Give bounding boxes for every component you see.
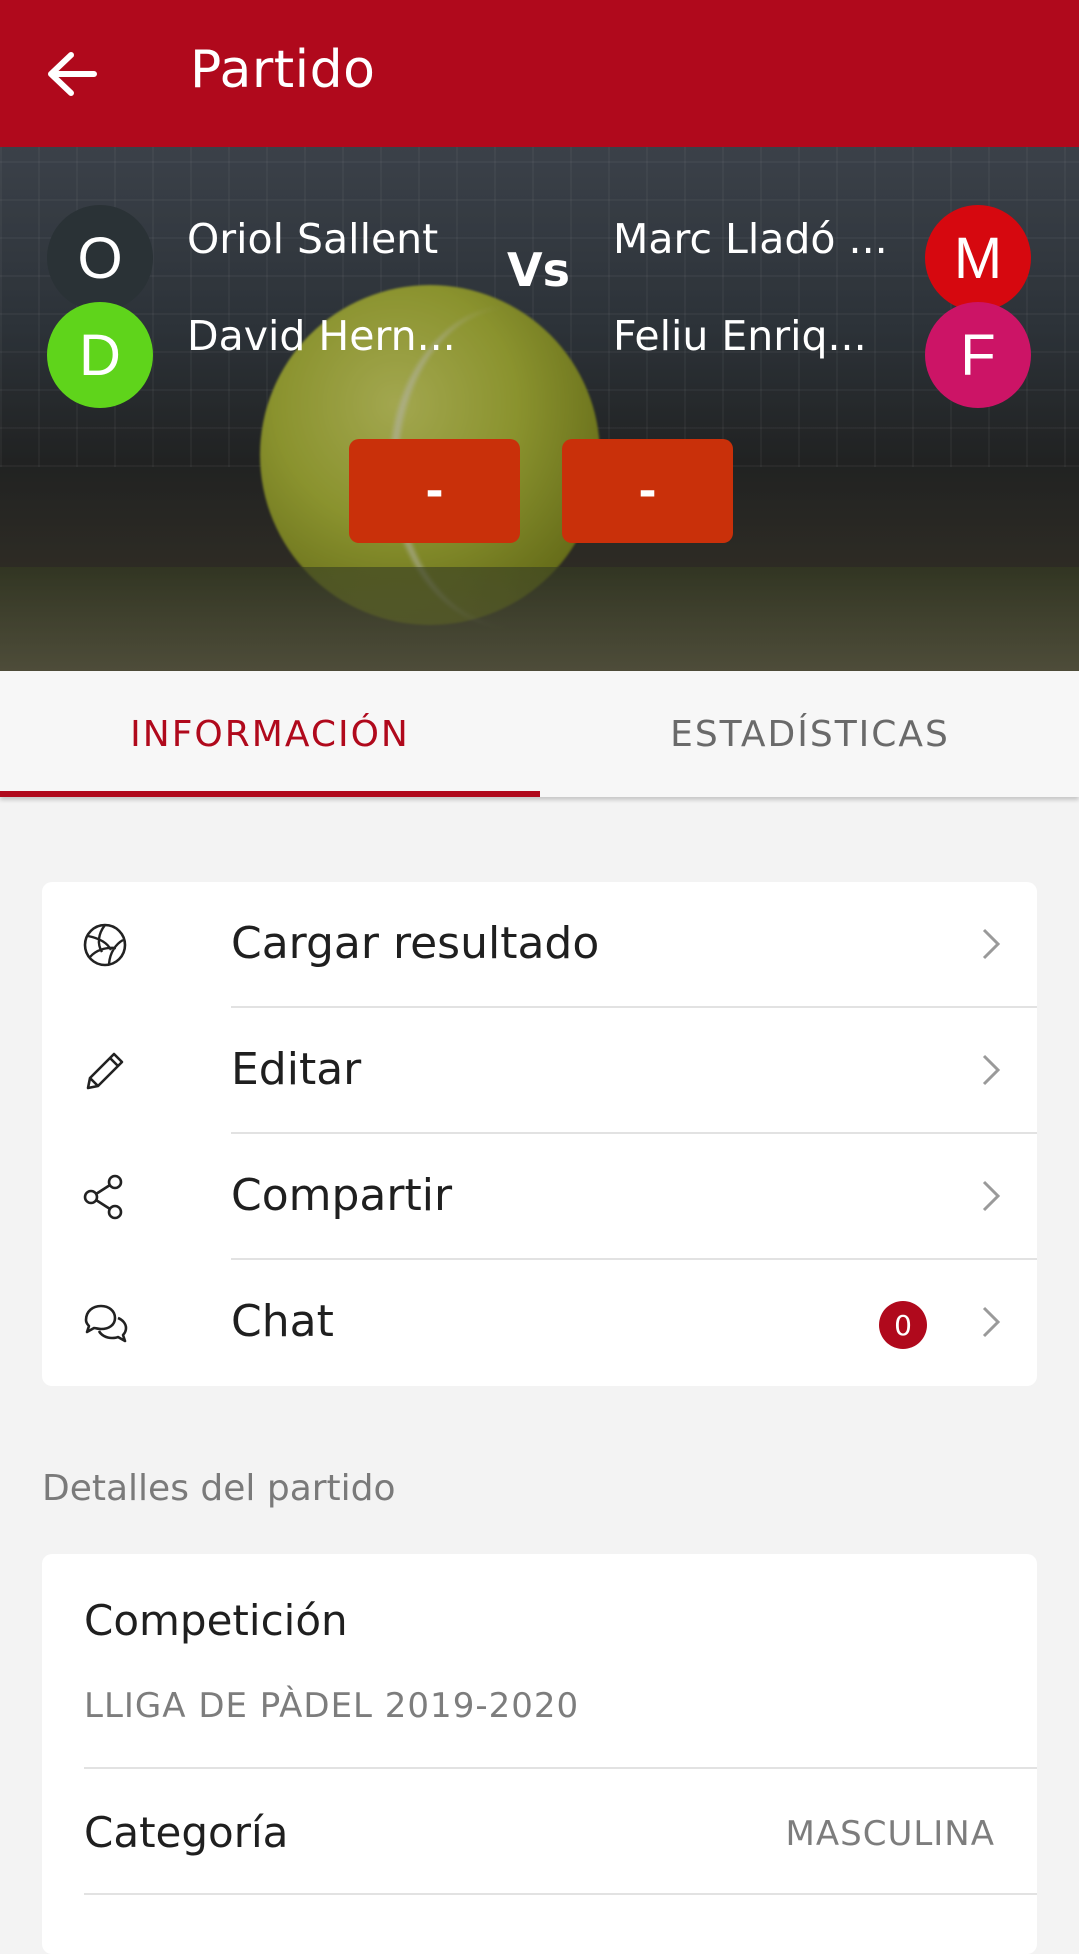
pencil-icon xyxy=(86,1052,124,1090)
player-avatar[interactable]: O xyxy=(47,205,153,311)
page-title: Partido xyxy=(190,40,376,100)
tab-bar: INFORMACIÓN ESTADÍSTICAS xyxy=(0,671,1079,797)
category-label: Categoría xyxy=(84,1808,289,1857)
versus-label: Vs xyxy=(507,243,570,297)
action-label: Editar xyxy=(231,1044,362,1095)
chevron-right-icon xyxy=(982,1180,1001,1212)
chevron-right-icon xyxy=(982,1054,1001,1086)
player-avatar[interactable]: D xyxy=(47,302,153,408)
back-button[interactable] xyxy=(38,44,106,104)
player-avatar[interactable]: F xyxy=(925,302,1031,408)
player-name[interactable]: Feliu Enriq... xyxy=(613,312,867,360)
action-label: Compartir xyxy=(231,1170,453,1221)
score-set-1[interactable]: - xyxy=(349,439,520,543)
action-label: Chat xyxy=(231,1296,334,1347)
category-value: MASCULINA xyxy=(785,1814,995,1854)
tab-informacion[interactable]: INFORMACIÓN xyxy=(0,671,540,797)
action-label: Cargar resultado xyxy=(231,918,600,969)
chevron-right-icon xyxy=(982,1306,1001,1338)
player-name[interactable]: David Hern... xyxy=(187,312,456,360)
chevron-right-icon xyxy=(982,928,1001,960)
edit-row[interactable]: Editar xyxy=(42,1008,1037,1134)
details-card: Competición LLIGA DE PÀDEL 2019-2020 Cat… xyxy=(42,1554,1037,1954)
match-header: O Oriol Sallent D David Hern... Vs Marc … xyxy=(0,147,1079,671)
chat-row[interactable]: Chat 0 xyxy=(42,1260,1037,1386)
player-name[interactable]: Oriol Sallent xyxy=(187,215,438,263)
competition-value: LLIGA DE PÀDEL 2019-2020 xyxy=(84,1686,580,1726)
volleyball-icon xyxy=(83,923,127,967)
divider xyxy=(84,1767,1037,1769)
load-result-row[interactable]: Cargar resultado xyxy=(42,882,1037,1008)
arrow-back-icon xyxy=(48,52,97,96)
share-row[interactable]: Compartir xyxy=(42,1134,1037,1260)
actions-card: Cargar resultado Editar Compartir Chat 0 xyxy=(42,882,1037,1386)
competition-label: Competición xyxy=(84,1596,348,1645)
app-bar: Partido xyxy=(0,0,1079,147)
player-name[interactable]: Marc Lladó ... xyxy=(613,215,888,263)
unread-badge: 0 xyxy=(879,1301,927,1349)
tab-estadisticas[interactable]: ESTADÍSTICAS xyxy=(540,671,1079,797)
score-set-2[interactable]: - xyxy=(562,439,733,543)
tab-indicator xyxy=(0,791,540,797)
player-avatar[interactable]: M xyxy=(925,205,1031,311)
share-icon xyxy=(83,1174,123,1220)
section-title: Detalles del partido xyxy=(42,1468,396,1509)
divider xyxy=(84,1893,1037,1895)
chat-icon xyxy=(84,1304,128,1343)
